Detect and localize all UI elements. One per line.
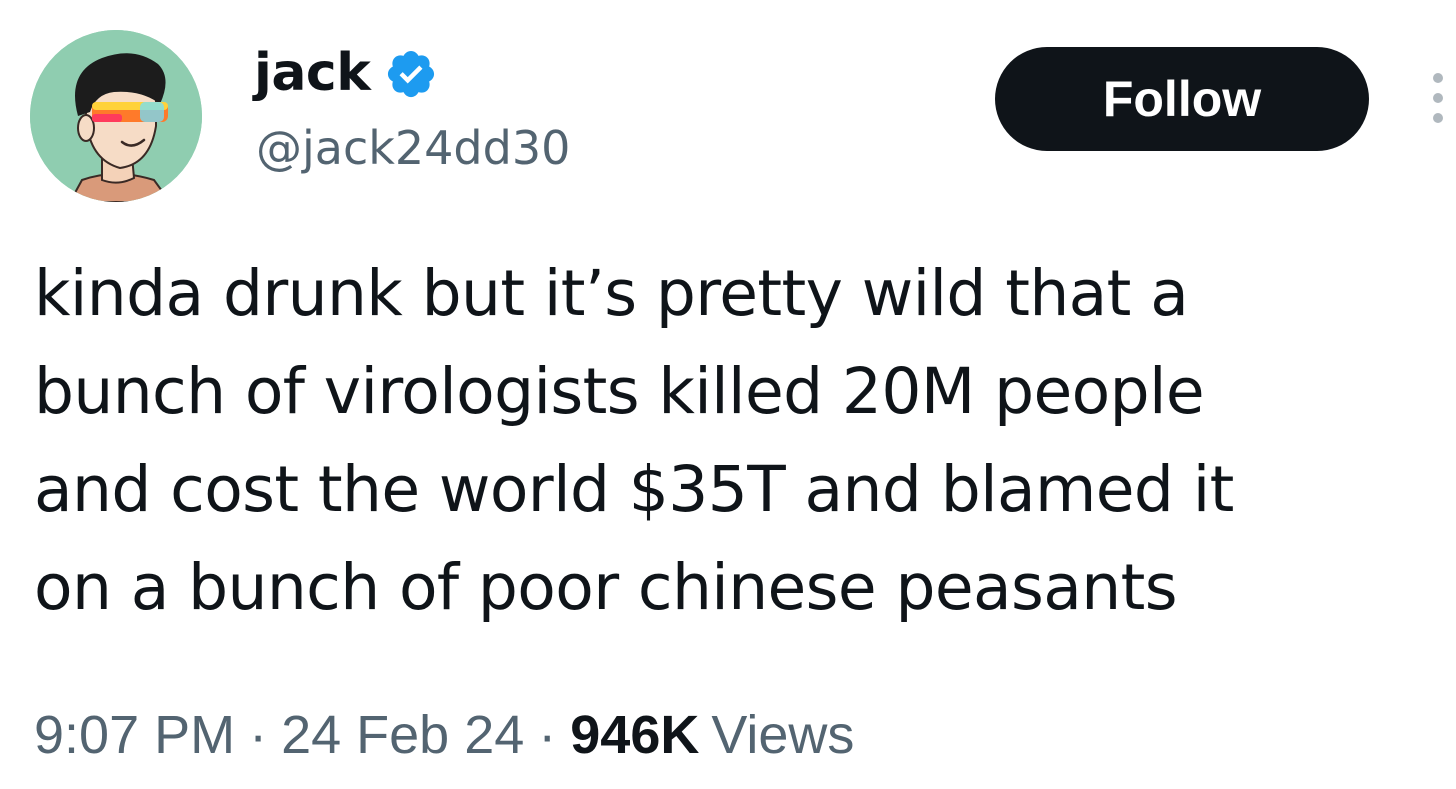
tweet-text-line: bunch of virologists killed 20M people bbox=[34, 355, 1205, 428]
tweet-meta: 9:07 PM · 24 Feb 24 · 946K Views bbox=[34, 700, 854, 770]
views-count: 946K bbox=[570, 705, 700, 765]
display-name-row: jack bbox=[254, 40, 438, 106]
tweet-text: kinda drunk but it’s pretty wild that a … bbox=[34, 245, 1434, 637]
more-options-icon[interactable] bbox=[1426, 70, 1450, 130]
avatar-illustration-icon bbox=[30, 30, 202, 202]
meta-separator: · bbox=[538, 705, 557, 765]
avatar[interactable] bbox=[30, 30, 202, 202]
tweet-card: jack @jack24dd30 Follow kinda drunk but … bbox=[0, 0, 1456, 789]
views-label: Views bbox=[711, 705, 855, 765]
tweet-date[interactable]: 24 Feb 24 bbox=[281, 704, 524, 766]
tweet-time[interactable]: 9:07 PM bbox=[34, 704, 235, 766]
meta-separator: · bbox=[249, 705, 268, 765]
tweet-text-line: and cost the world $35T and blamed it bbox=[34, 453, 1234, 526]
display-name[interactable]: jack bbox=[254, 40, 371, 106]
user-handle[interactable]: @jack24dd30 bbox=[256, 118, 570, 178]
tweet-text-line: on a bunch of poor chinese peasants bbox=[34, 551, 1178, 624]
tweet-text-line: kinda drunk but it’s pretty wild that a bbox=[34, 257, 1189, 330]
verified-badge-icon[interactable] bbox=[384, 47, 438, 101]
follow-button[interactable]: Follow bbox=[995, 47, 1369, 151]
